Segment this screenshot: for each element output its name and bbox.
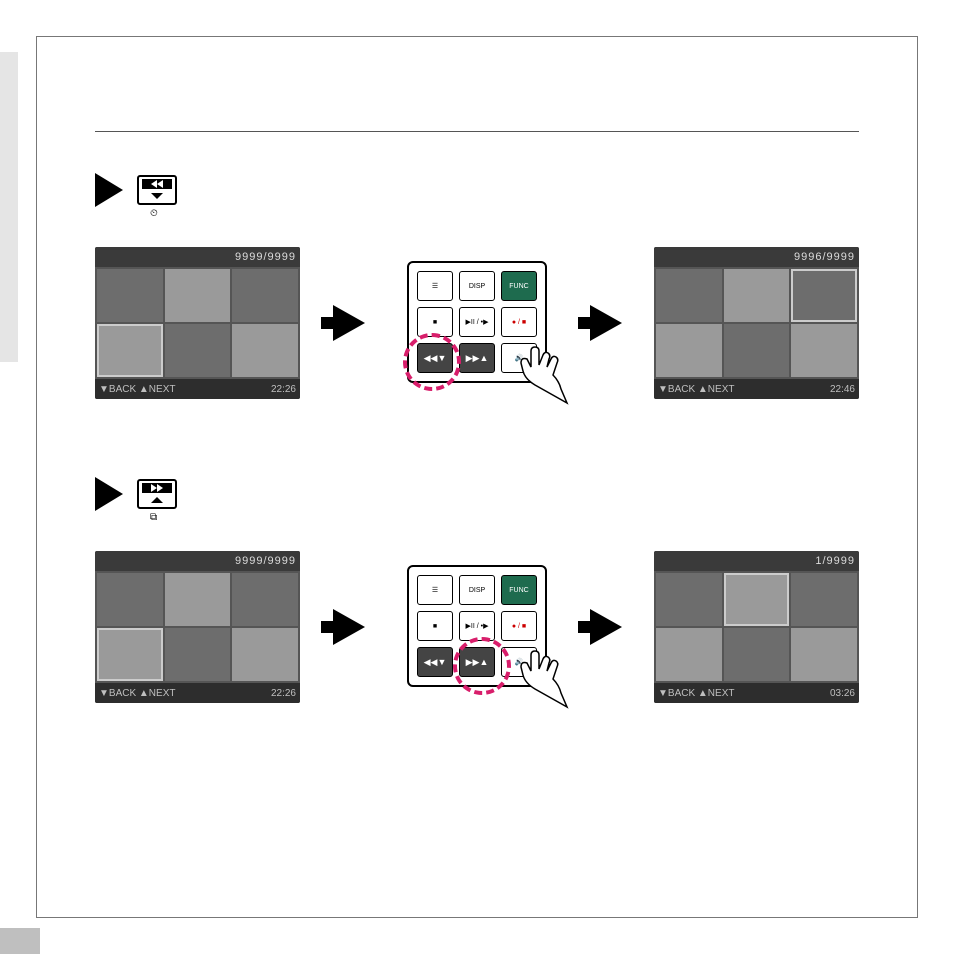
timer-icon: ⏲ (150, 208, 158, 219)
play-triangle-icon (95, 173, 123, 207)
rec-key[interactable]: ● / ■ (501, 307, 537, 337)
forward-up-button-icon (137, 479, 177, 509)
arrow-right-icon (333, 305, 365, 341)
counter-text: 9999/9999 (235, 555, 296, 567)
arrow-right-icon (590, 305, 622, 341)
func-key[interactable]: FUNC (501, 575, 537, 605)
heading-rule (95, 131, 859, 132)
lcd-before: 9999/9999 ▼BACK ▲NEXT 22:26 (95, 247, 300, 399)
play-triangle-icon (95, 477, 123, 511)
side-tab (0, 52, 18, 362)
control-pad-forward: ☰ DISP FUNC ■ ▶II / •▶ ● / ■ ◀◀▼ ▶▶▲ 🔊 (397, 557, 557, 697)
counter-text: 9999/9999 (235, 251, 296, 263)
hand-pointer-icon (495, 345, 575, 405)
footer-right: 22:26 (271, 384, 296, 395)
footer-right: 22:26 (271, 688, 296, 699)
stop-key[interactable]: ■ (417, 611, 453, 641)
disp-key[interactable]: DISP (459, 575, 495, 605)
hand-pointer-icon (495, 649, 575, 709)
footer-right: 22:46 (830, 384, 855, 395)
footer-left: ▼BACK ▲NEXT (99, 688, 175, 699)
section-forward: ⧉ 9999/9999 ▼BACK ▲NEXT 22:26 (95, 477, 859, 703)
footer-left: ▼BACK ▲NEXT (99, 384, 175, 395)
lcd-after: 1/9999 ▼BACK ▲NEXT 03:26 (654, 551, 859, 703)
footer-left: ▼BACK ▲NEXT (658, 384, 734, 395)
step-heading-forward: ⧉ (95, 477, 859, 511)
right-key[interactable]: ▶▶▲ (459, 343, 495, 373)
flow-row-back: 9999/9999 ▼BACK ▲NEXT 22:26 ☰ DI (95, 247, 859, 399)
menu-key[interactable]: ☰ (417, 575, 453, 605)
menu-key[interactable]: ☰ (417, 271, 453, 301)
flow-row-forward: 9999/9999 ▼BACK ▲NEXT 22:26 ☰ DISP (95, 551, 859, 703)
highlight-ring-icon (403, 333, 461, 391)
lcd-before: 9999/9999 ▼BACK ▲NEXT 22:26 (95, 551, 300, 703)
sub-icon: ⧉ (150, 512, 157, 523)
arrow-right-icon (333, 609, 365, 645)
lcd-after: 9996/9999 ▼BACK ▲NEXT 22:46 (654, 247, 859, 399)
play-key[interactable]: ▶II / •▶ (459, 307, 495, 337)
footer-left: ▼BACK ▲NEXT (658, 688, 734, 699)
left-key[interactable]: ◀◀▼ (417, 647, 453, 677)
rec-key[interactable]: ● / ■ (501, 611, 537, 641)
counter-text: 1/9999 (815, 555, 855, 567)
control-pad-back: ☰ DISP FUNC ■ ▶II / •▶ ● / ■ ◀◀▼ ▶▶▲ 🔊 (397, 253, 557, 393)
footer-right: 03:26 (830, 688, 855, 699)
section-back: ⏲ 9999/9999 ▼BACK ▲NEXT 22:26 (95, 173, 859, 399)
manual-page: ⏲ 9999/9999 ▼BACK ▲NEXT 22:26 (0, 0, 954, 954)
disp-key[interactable]: DISP (459, 271, 495, 301)
page-number-box (0, 928, 40, 954)
arrow-right-icon (590, 609, 622, 645)
rewind-down-button-icon (137, 175, 177, 205)
step-heading-back: ⏲ (95, 173, 859, 207)
counter-text: 9996/9999 (794, 251, 855, 263)
func-key[interactable]: FUNC (501, 271, 537, 301)
content-frame: ⏲ 9999/9999 ▼BACK ▲NEXT 22:26 (36, 36, 918, 918)
